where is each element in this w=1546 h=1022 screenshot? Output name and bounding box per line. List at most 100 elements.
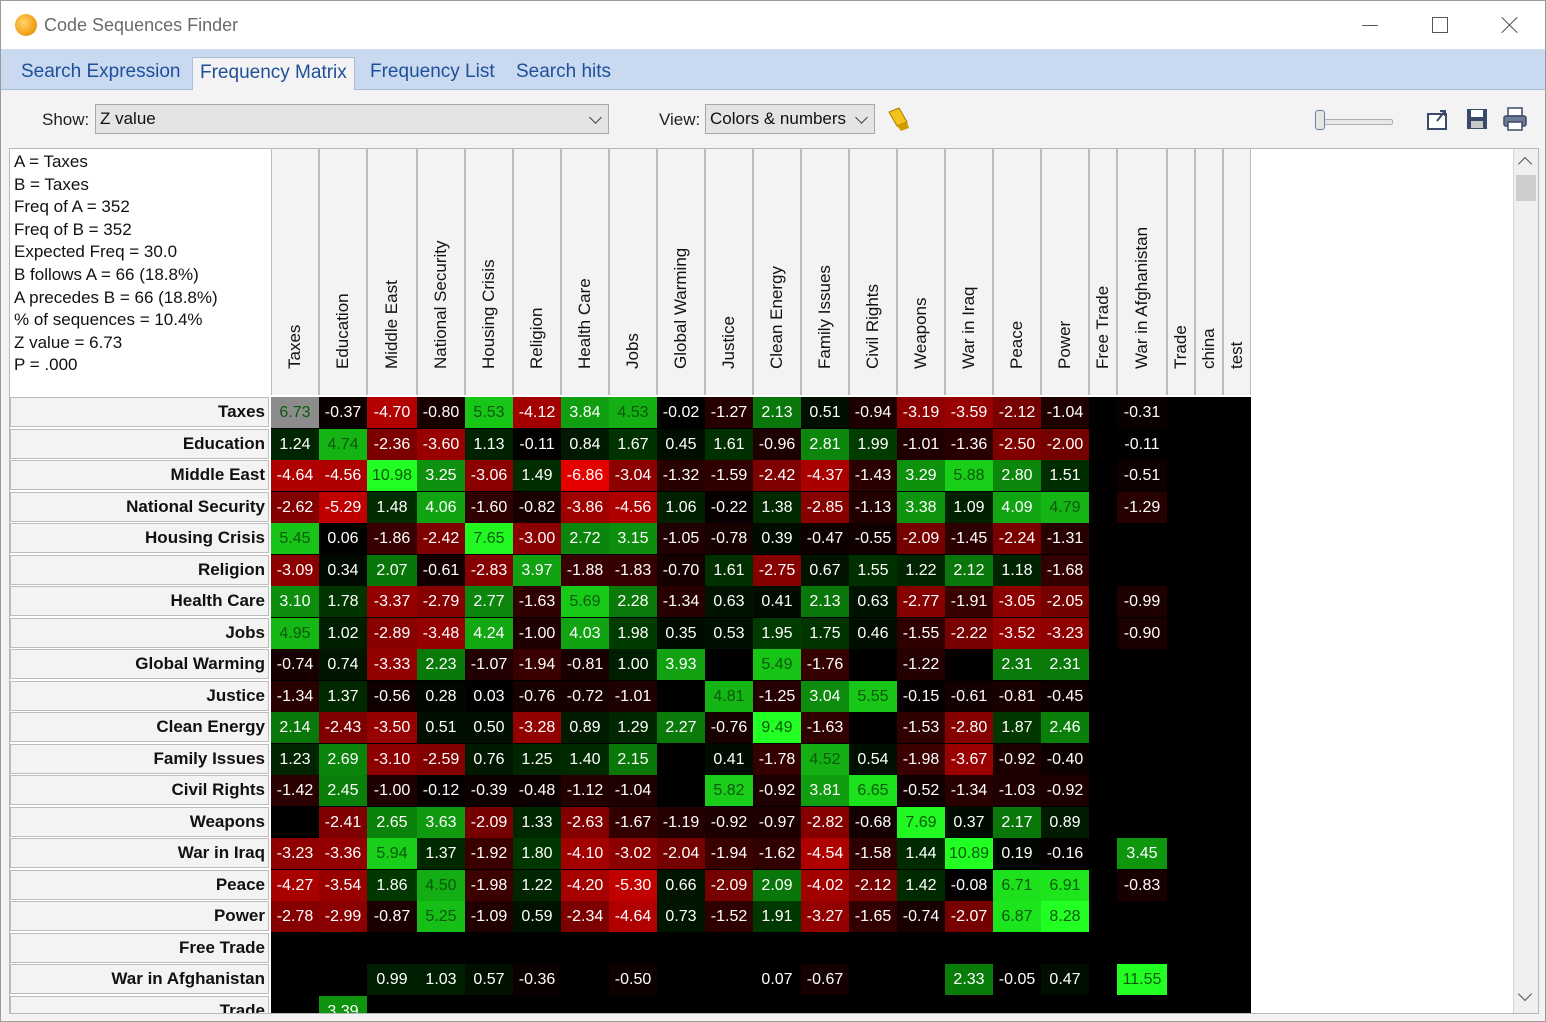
matrix-cell[interactable]: 4.24: [465, 617, 513, 649]
matrix-cell[interactable]: 3.84: [561, 397, 609, 428]
matrix-cell[interactable]: -3.23: [1041, 617, 1089, 649]
matrix-cell[interactable]: -0.11: [513, 428, 561, 460]
matrix-cell[interactable]: 0.67: [801, 554, 849, 586]
maximize-button[interactable]: [1405, 1, 1475, 49]
matrix-cell[interactable]: -3.37: [367, 586, 417, 617]
matrix-cell[interactable]: 1.00: [609, 649, 657, 680]
matrix-cell[interactable]: 1.24: [271, 428, 319, 460]
matrix-cell[interactable]: 1.61: [705, 554, 753, 586]
matrix-cell[interactable]: 1.80: [513, 838, 561, 869]
matrix-cell[interactable]: -0.55: [849, 523, 897, 554]
matrix-cell[interactable]: -2.00: [1041, 428, 1089, 460]
matrix-cell[interactable]: 4.74: [319, 428, 367, 460]
matrix-cell[interactable]: 0.06: [319, 523, 367, 554]
matrix-cell[interactable]: 5.94: [367, 838, 417, 869]
matrix-cell[interactable]: -2.12: [849, 869, 897, 901]
matrix-cell[interactable]: -3.19: [897, 397, 945, 428]
matrix-cell[interactable]: 2.17: [993, 806, 1041, 838]
matrix-cell[interactable]: 6.87: [993, 901, 1041, 932]
matrix-cell[interactable]: -0.48: [513, 775, 561, 806]
matrix-cell[interactable]: -2.62: [271, 491, 319, 523]
matrix-cell[interactable]: 1.18: [993, 554, 1041, 586]
column-header-middle-east[interactable]: Middle East: [367, 149, 417, 395]
matrix-cell[interactable]: -3.54: [319, 869, 367, 901]
matrix-cell[interactable]: -5.29: [319, 491, 367, 523]
matrix-cell[interactable]: 6.65: [849, 775, 897, 806]
matrix-cell[interactable]: 0.37: [945, 806, 993, 838]
matrix-cell[interactable]: -2.22: [945, 617, 993, 649]
matrix-cell[interactable]: -3.00: [513, 523, 561, 554]
row-header-peace[interactable]: Peace: [10, 869, 269, 900]
matrix-cell[interactable]: 3.04: [801, 680, 849, 712]
column-header-war-in-iraq[interactable]: War in Iraq: [945, 149, 993, 395]
matrix-cell[interactable]: -2.42: [417, 523, 465, 554]
matrix-cell[interactable]: -3.52: [993, 617, 1041, 649]
scroll-up-icon[interactable]: [1517, 156, 1533, 172]
matrix-cell[interactable]: 0.45: [657, 428, 705, 460]
matrix-cell[interactable]: -4.02: [801, 869, 849, 901]
matrix-cell[interactable]: 3.15: [609, 523, 657, 554]
highlighter-icon[interactable]: [885, 106, 913, 134]
matrix-cell[interactable]: 1.22: [897, 554, 945, 586]
matrix-cell[interactable]: -0.92: [753, 775, 801, 806]
matrix-cell[interactable]: 5.49: [753, 649, 801, 680]
matrix-cell[interactable]: 3.63: [417, 806, 465, 838]
matrix-cell[interactable]: 1.38: [753, 491, 801, 523]
row-header-national-security[interactable]: National Security: [10, 491, 269, 522]
close-button[interactable]: [1475, 1, 1545, 49]
matrix-cell[interactable]: -1.60: [465, 491, 513, 523]
matrix-cell[interactable]: 7.69: [897, 806, 945, 838]
matrix-cell[interactable]: 3.97: [513, 554, 561, 586]
view-select[interactable]: Colors & numbers: [705, 104, 875, 134]
matrix-cell[interactable]: -0.52: [897, 775, 945, 806]
matrix-cell[interactable]: -4.54: [801, 838, 849, 869]
matrix-cell[interactable]: 10.98: [367, 460, 417, 491]
matrix-cell[interactable]: -2.09: [897, 523, 945, 554]
matrix-cell[interactable]: -0.56: [367, 680, 417, 712]
matrix-cell[interactable]: 0.73: [657, 901, 705, 932]
matrix-cell[interactable]: -3.60: [417, 428, 465, 460]
matrix-cell[interactable]: -0.16: [1041, 838, 1089, 869]
matrix-cell[interactable]: -1.43: [849, 460, 897, 491]
matrix-cell[interactable]: 5.88: [945, 460, 993, 491]
matrix-cell[interactable]: -0.96: [753, 428, 801, 460]
matrix-cell[interactable]: -2.36: [367, 428, 417, 460]
matrix-cell[interactable]: 1.61: [705, 428, 753, 460]
matrix-cell[interactable]: 2.14: [271, 712, 319, 743]
matrix-cell[interactable]: -1.25: [753, 680, 801, 712]
matrix-cell[interactable]: 1.06: [657, 491, 705, 523]
matrix-cell[interactable]: 5.69: [561, 586, 609, 617]
matrix-cell[interactable]: 0.19: [993, 838, 1041, 869]
matrix-cell[interactable]: 2.77: [465, 586, 513, 617]
matrix-cell[interactable]: -0.37: [319, 397, 367, 428]
matrix-cell[interactable]: 1.29: [609, 712, 657, 743]
matrix-cell[interactable]: -4.64: [271, 460, 319, 491]
matrix-cell[interactable]: 3.10: [271, 586, 319, 617]
matrix-cell[interactable]: 4.79: [1041, 491, 1089, 523]
matrix-cell[interactable]: -2.79: [417, 586, 465, 617]
matrix-cell[interactable]: -0.78: [705, 523, 753, 554]
matrix-cell[interactable]: -3.09: [271, 554, 319, 586]
matrix-cell[interactable]: -1.62: [753, 838, 801, 869]
matrix-cell[interactable]: -2.85: [801, 491, 849, 523]
column-header-justice[interactable]: Justice: [705, 149, 753, 395]
matrix-cell[interactable]: -1.34: [271, 680, 319, 712]
matrix-cell[interactable]: 1.98: [609, 617, 657, 649]
column-header-global-warming[interactable]: Global Warming: [657, 149, 705, 395]
matrix-cell[interactable]: -0.39: [465, 775, 513, 806]
matrix-cell[interactable]: -0.51: [1117, 460, 1167, 491]
matrix-cell[interactable]: 0.51: [417, 712, 465, 743]
matrix-cell[interactable]: -1.42: [271, 775, 319, 806]
matrix-cell[interactable]: 4.09: [993, 491, 1041, 523]
matrix-cell[interactable]: -1.29: [1117, 491, 1167, 523]
matrix-cell[interactable]: -2.89: [367, 617, 417, 649]
matrix-cell[interactable]: -4.70: [367, 397, 417, 428]
matrix-cell[interactable]: -0.12: [417, 775, 465, 806]
matrix-cell[interactable]: -0.22: [705, 491, 753, 523]
matrix-cell[interactable]: -1.94: [705, 838, 753, 869]
matrix-cell[interactable]: -0.76: [513, 680, 561, 712]
row-header-free-trade[interactable]: Free Trade: [10, 932, 269, 963]
row-header-jobs[interactable]: Jobs: [10, 617, 269, 648]
matrix-cell[interactable]: -0.02: [657, 397, 705, 428]
matrix-cell[interactable]: 0.53: [705, 617, 753, 649]
